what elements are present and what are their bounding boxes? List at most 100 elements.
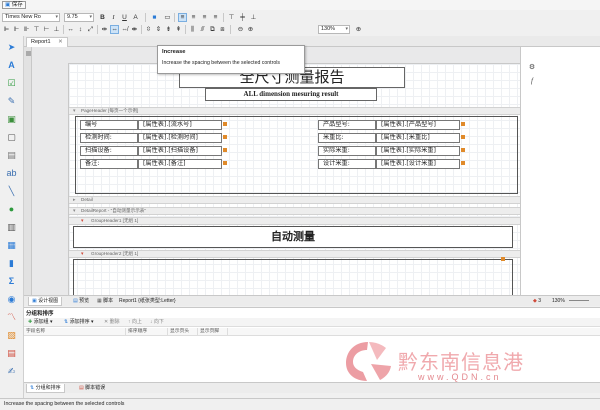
- field-label[interactable]: 编号: [80, 120, 138, 130]
- smart-tag-icon[interactable]: [461, 122, 465, 126]
- align-rights-icon[interactable]: ⊪: [22, 25, 31, 34]
- decrease-vspace-icon[interactable]: ⇟: [164, 25, 173, 34]
- border-button[interactable]: ▭: [163, 13, 172, 22]
- bold-button[interactable]: B: [98, 13, 107, 22]
- checkbox-icon[interactable]: ☑: [4, 76, 19, 91]
- zoom-in-icon[interactable]: ⊕: [246, 25, 255, 34]
- barcode-icon[interactable]: ▥: [4, 220, 19, 235]
- zoom-combo[interactable]: 130% ▾: [318, 25, 350, 34]
- smart-tag-icon[interactable]: [461, 161, 465, 165]
- field-label[interactable]: 米重比:: [318, 133, 376, 143]
- align-right-button[interactable]: ≡: [200, 13, 209, 22]
- add-sort-button[interactable]: ⇅ 添加排序 ▾: [64, 319, 94, 326]
- tab-group-sort[interactable]: ⇅ 分组和排序: [26, 384, 65, 393]
- status-zoom[interactable]: 130%: [549, 297, 592, 306]
- justify-button[interactable]: ≡: [211, 13, 220, 22]
- report-selector-icon[interactable]: [26, 51, 31, 56]
- report-page[interactable]: 全尺寸测量报告 ALL dimension mesuring result ▾ …: [68, 63, 520, 295]
- delete-button[interactable]: ✕ 删除: [104, 319, 120, 326]
- smart-tag-icon[interactable]: [223, 122, 227, 126]
- field-label[interactable]: 产品型号:: [318, 120, 376, 130]
- field-value[interactable]: [属性表].[产品型号]: [376, 120, 460, 130]
- font-size-combo[interactable]: 9.75 ▾: [64, 13, 94, 22]
- field-label[interactable]: 备注:: [80, 159, 138, 169]
- band-collapse-icon[interactable]: ▾: [73, 208, 76, 214]
- move-up-button[interactable]: ↑ 向上: [128, 319, 142, 326]
- pointer-icon[interactable]: ➤: [4, 40, 19, 55]
- center-horizontally-icon[interactable]: ⫼: [188, 25, 197, 34]
- tab-report1[interactable]: Report1 ✕: [26, 37, 68, 47]
- field-value[interactable]: [属性表].[设计米重]: [376, 159, 460, 169]
- text-middle-button[interactable]: ╪: [238, 13, 247, 22]
- panel-icon[interactable]: ▢: [4, 130, 19, 145]
- tab-script[interactable]: ▦ 脚本: [94, 297, 116, 306]
- auto-measure-title[interactable]: 自动测量: [73, 226, 513, 248]
- column-header[interactable]: 显示页头: [168, 328, 198, 336]
- align-tops-icon[interactable]: ⊤: [32, 25, 41, 34]
- increase-vspace-icon[interactable]: ⇕: [154, 25, 163, 34]
- bring-front-icon[interactable]: ⧉: [208, 25, 217, 34]
- column-header[interactable]: 排序顺序: [126, 328, 168, 336]
- align-bottoms-icon[interactable]: ⊥: [52, 25, 61, 34]
- band-group-header-1[interactable]: ▾ GroupHeader1 [无组 1]: [69, 217, 520, 225]
- text-top-button[interactable]: ⊤: [227, 13, 236, 22]
- tab-design-view[interactable]: ▣ 设计视图: [28, 297, 63, 306]
- zoom-in-icon[interactable]: ⊕: [354, 25, 363, 34]
- smart-tag-icon[interactable]: [223, 161, 227, 165]
- zoom-slider[interactable]: [569, 300, 590, 302]
- band-collapse-icon[interactable]: ▾: [73, 108, 76, 114]
- field-label[interactable]: 设计米重:: [318, 159, 376, 169]
- band-detail-report[interactable]: ▾ DetailReport - "自动测量示示表": [69, 207, 520, 215]
- table-placeholder[interactable]: [73, 259, 513, 295]
- vspace-equal-icon[interactable]: ⇳: [144, 25, 153, 34]
- design-surface[interactable]: 全尺寸测量报告 ALL dimension mesuring result ▾ …: [24, 47, 520, 295]
- send-back-icon[interactable]: ⧈: [218, 25, 227, 34]
- remove-vspace-icon[interactable]: ⇞: [174, 25, 183, 34]
- remove-hspace-icon[interactable]: ⇼: [130, 25, 139, 34]
- smart-tag-icon[interactable]: [501, 257, 505, 261]
- underline-button[interactable]: U: [120, 13, 129, 22]
- tab-script-errors[interactable]: ▤ 脚本错误: [76, 384, 108, 393]
- same-width-icon[interactable]: ↔: [66, 25, 75, 34]
- field-value[interactable]: [属性表].[米重比]: [376, 133, 460, 143]
- gauge-icon[interactable]: ◉: [4, 292, 19, 307]
- font-name-combo[interactable]: Times New Ro ▾: [2, 13, 60, 22]
- table-icon[interactable]: ▤: [4, 148, 19, 163]
- move-down-button[interactable]: ↓ 向下: [150, 319, 164, 326]
- column-header[interactable]: 显示页脚: [198, 328, 228, 336]
- field-value[interactable]: [属性表].[扫描设备]: [138, 146, 222, 156]
- report-title-en[interactable]: ALL dimension mesuring result: [205, 88, 377, 101]
- save-button[interactable]: ▣ 保存: [2, 1, 26, 9]
- decrease-hspace-icon[interactable]: ⇎: [120, 25, 129, 34]
- richtext-icon[interactable]: ✎: [4, 94, 19, 109]
- back-color-button[interactable]: ■: [150, 13, 159, 22]
- align-lefts-icon[interactable]: ⊫: [2, 25, 11, 34]
- add-group-button[interactable]: ✚ 添加组 ▾: [28, 319, 53, 326]
- band-group-header-2[interactable]: ▾ GroupHeader2 [无组 1]: [69, 250, 520, 258]
- line-icon[interactable]: ╲: [4, 184, 19, 199]
- zoom-out-icon[interactable]: ⊖: [236, 25, 245, 34]
- zipcode-icon[interactable]: ▦: [4, 238, 19, 253]
- pdf-icon[interactable]: ▤: [4, 346, 19, 361]
- shape-icon[interactable]: ●: [4, 202, 19, 217]
- italic-button[interactable]: I: [109, 13, 118, 22]
- smart-tag-icon[interactable]: [461, 135, 465, 139]
- field-label[interactable]: 扫描设备:: [80, 146, 138, 156]
- text-bottom-button[interactable]: ⊥: [249, 13, 258, 22]
- band-page-header[interactable]: ▾ PageHeader [每页一个示例]: [69, 107, 520, 115]
- same-height-icon[interactable]: ↕: [76, 25, 85, 34]
- same-size-icon[interactable]: ⤢: [86, 25, 95, 34]
- increase-hspace-icon[interactable]: ⇔: [110, 25, 119, 34]
- field-label[interactable]: 检测时间:: [80, 133, 138, 143]
- field-value[interactable]: [属性表].[备注]: [138, 159, 222, 169]
- label-icon[interactable]: A: [4, 58, 19, 73]
- smart-tag-icon[interactable]: [223, 135, 227, 139]
- smart-tag-icon[interactable]: [223, 148, 227, 152]
- picture-icon[interactable]: ▣: [4, 112, 19, 127]
- center-vertically-icon[interactable]: ⫻: [198, 25, 207, 34]
- field-value[interactable]: [属性表].[检测时间]: [138, 133, 222, 143]
- sparkline-icon[interactable]: 〽: [4, 310, 19, 325]
- sum-icon[interactable]: Σ: [4, 274, 19, 289]
- field-label[interactable]: 实际米重:: [318, 146, 376, 156]
- smart-tag-icon[interactable]: [461, 148, 465, 152]
